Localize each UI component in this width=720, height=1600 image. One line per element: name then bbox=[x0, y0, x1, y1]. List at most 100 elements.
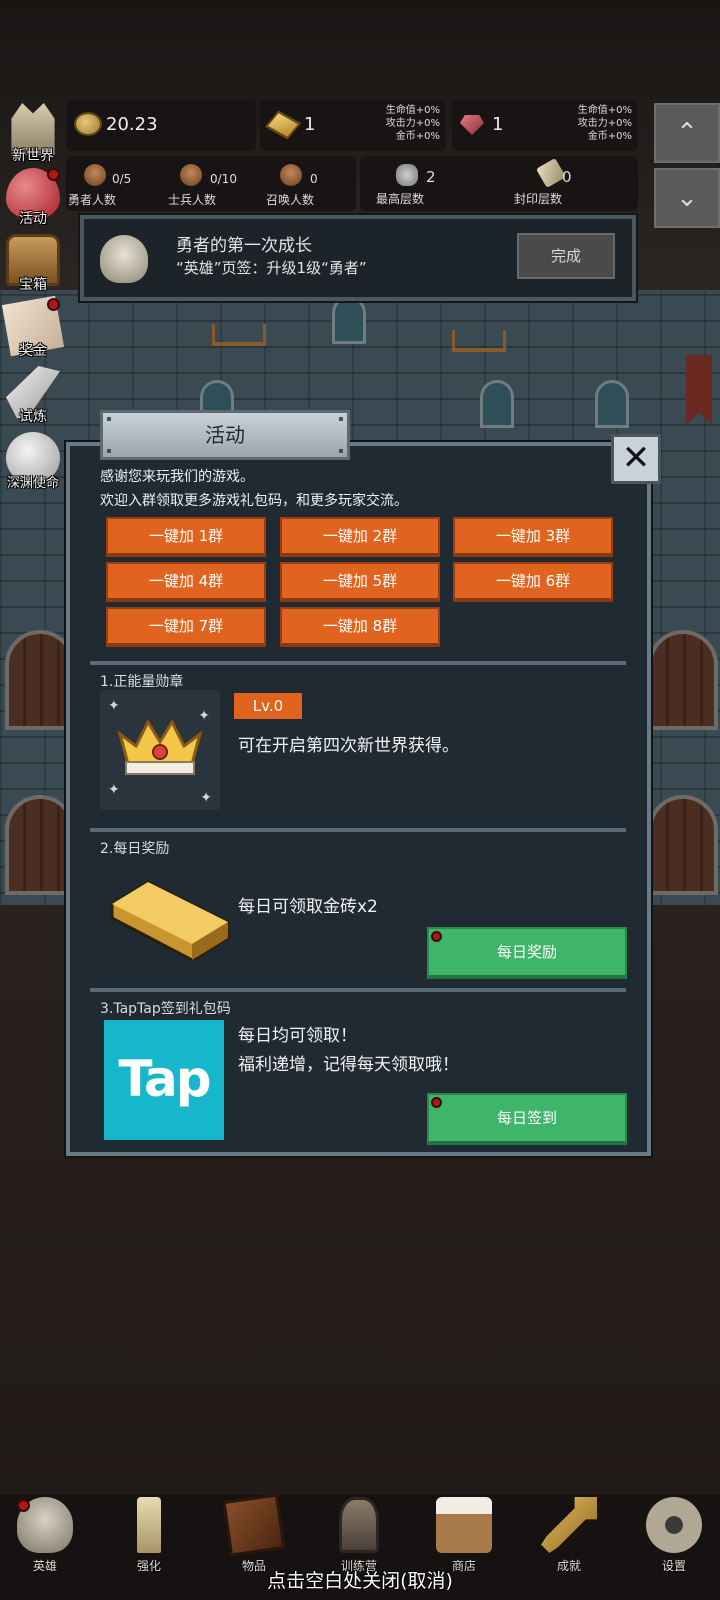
nav-shop[interactable]: 商店 bbox=[419, 1495, 509, 1575]
join-group-4-button[interactable]: 一键加 4群 bbox=[106, 562, 266, 602]
scroll-down-button[interactable]: ⌄ bbox=[654, 168, 720, 228]
medal-level-tag: Lv.0 bbox=[234, 693, 302, 719]
popup-intro-line1: 感谢您来玩我们的游戏。 bbox=[100, 469, 254, 485]
scroll-up-button[interactable]: ⌃ bbox=[654, 103, 720, 163]
key-icon bbox=[541, 1497, 597, 1553]
menu-treasure[interactable]: 宝箱 bbox=[0, 234, 66, 296]
sparkle-icon: ✦ bbox=[108, 698, 120, 714]
menu-abyss[interactable]: 深渊使命 bbox=[0, 432, 66, 494]
menu-abyss-label: 深渊使命 bbox=[6, 476, 59, 491]
gold-counter: 20.23 bbox=[66, 99, 256, 151]
popup-close-button[interactable]: ✕ bbox=[611, 434, 661, 484]
menu-trial[interactable]: 试炼 bbox=[0, 366, 66, 428]
join-group-6-button[interactable]: 一键加 6群 bbox=[453, 562, 613, 602]
bonus-attack: 攻击力+0% bbox=[577, 118, 632, 129]
section-divider bbox=[90, 661, 626, 665]
castle-door bbox=[5, 795, 75, 895]
notification-dot bbox=[431, 931, 442, 942]
taptap-logo: Tap bbox=[104, 1020, 224, 1140]
gold-bar-icon bbox=[264, 110, 302, 140]
join-group-7-button[interactable]: 一键加 7群 bbox=[106, 607, 266, 647]
nav-items[interactable]: 物品 bbox=[209, 1493, 299, 1575]
crown-icon bbox=[117, 718, 203, 775]
notification-dot bbox=[17, 1499, 30, 1512]
quest-title: 勇者的第一次成长 bbox=[176, 236, 312, 256]
nav-hero[interactable]: 英雄 bbox=[0, 1495, 90, 1575]
castle-door bbox=[648, 795, 718, 895]
menu-treasure-label: 宝箱 bbox=[19, 277, 47, 293]
nav-settings[interactable]: 设置 bbox=[629, 1495, 719, 1575]
section-1-title: 1.正能量勋章 bbox=[100, 674, 184, 690]
summon-count-label: 召唤人数 bbox=[266, 193, 315, 207]
castle-door bbox=[5, 630, 75, 730]
rivet bbox=[339, 417, 343, 421]
soldier-count-label: 士兵人数 bbox=[168, 193, 217, 207]
gem-amount: 1 bbox=[492, 114, 504, 135]
join-group-2-button[interactable]: 一键加 2群 bbox=[280, 517, 440, 557]
hero-count-stat: 0/5 勇者人数 bbox=[66, 156, 166, 211]
castle-window bbox=[480, 380, 514, 428]
signin-description-line2: 福利递增，记得每天领取哦！ bbox=[238, 1055, 459, 1075]
gem-bonus: 生命值+0% 攻击力+0% 金币+0% bbox=[578, 104, 632, 143]
medal-frame: ✦ ✦ ✦ ✦ bbox=[100, 690, 220, 810]
hero-head-icon bbox=[84, 164, 106, 186]
soldier-head-icon bbox=[180, 164, 202, 186]
quest-complete-button[interactable]: 完成 bbox=[517, 233, 615, 279]
menu-new-world-label: 新世界 bbox=[12, 148, 54, 164]
daily-signin-button[interactable]: 每日签到 bbox=[427, 1093, 627, 1145]
sealed-floor-count: 0 bbox=[562, 168, 572, 186]
chandelier bbox=[212, 324, 266, 346]
nav-achievement[interactable]: 成就 bbox=[524, 1495, 614, 1575]
soldier-count-stat: 0/10 士兵人数 bbox=[166, 156, 266, 211]
nav-enhance[interactable]: 强化 bbox=[104, 1495, 194, 1575]
notification-dot bbox=[47, 298, 60, 311]
popup-title-text: 活动 bbox=[205, 423, 245, 447]
menu-bonus[interactable]: 奖金 bbox=[0, 295, 66, 362]
bonus-gold: 金币+0% bbox=[395, 131, 440, 142]
sparkle-icon: ✦ bbox=[198, 708, 210, 724]
tap-to-close-hint[interactable]: 点击空白处关闭(取消) bbox=[0, 1566, 720, 1593]
notification-dot bbox=[431, 1097, 442, 1108]
menu-activity[interactable]: 活动 bbox=[0, 168, 66, 230]
daily-reward-button[interactable]: 每日奖励 bbox=[427, 927, 627, 979]
gold-bar-counter: 1 生命值+0% 攻击力+0% 金币+0% bbox=[260, 99, 446, 151]
menu-bonus-label: 奖金 bbox=[19, 343, 47, 359]
signin-description-line1: 每日均可领取！ bbox=[238, 1026, 357, 1046]
join-group-1-button[interactable]: 一键加 1群 bbox=[106, 517, 266, 557]
gem-icon bbox=[460, 115, 484, 135]
popup-intro-line2: 欢迎入群领取更多游戏礼包码，和更多玩家交流。 bbox=[100, 493, 408, 509]
chevron-up-icon: ⌃ bbox=[676, 118, 698, 148]
max-floor-label: 最高层数 bbox=[376, 192, 425, 206]
close-icon: ✕ bbox=[621, 438, 651, 478]
mug-icon bbox=[436, 1497, 492, 1553]
popup-title: 活动 bbox=[100, 410, 350, 460]
castle-window bbox=[332, 296, 366, 344]
quest-description: “英雄”页签：升级1级“勇者” bbox=[176, 259, 367, 277]
bonus-gold: 金币+0% bbox=[587, 131, 632, 142]
menu-new-world[interactable]: 新世界 bbox=[0, 103, 66, 165]
section-divider bbox=[90, 828, 626, 832]
chevron-down-icon: ⌄ bbox=[676, 183, 698, 213]
soldier-count: 0/10 bbox=[210, 172, 237, 186]
daily-signin-button-label: 每日签到 bbox=[496, 1109, 557, 1127]
max-floor-stat: 2 最高层数 bbox=[360, 156, 500, 211]
castle-door bbox=[648, 630, 718, 730]
gold-coin-icon bbox=[74, 112, 102, 136]
candle-icon bbox=[137, 1497, 161, 1553]
summon-count-stat: 0 召唤人数 bbox=[266, 156, 356, 211]
sealed-floor-label: 封印层数 bbox=[514, 192, 563, 206]
sparkle-icon: ✦ bbox=[200, 790, 212, 806]
section-3-title: 3.TapTap签到礼包码 bbox=[100, 1001, 231, 1017]
join-group-8-button[interactable]: 一键加 8群 bbox=[280, 607, 440, 647]
max-floor-count: 2 bbox=[426, 168, 436, 186]
skull-icon bbox=[100, 235, 148, 283]
hero-count: 0/5 bbox=[112, 172, 132, 186]
bonus-hp: 生命值+0% bbox=[385, 105, 440, 116]
book-icon bbox=[222, 1493, 286, 1557]
gold-brick-icon bbox=[110, 880, 230, 962]
join-group-3-button[interactable]: 一键加 3群 bbox=[453, 517, 613, 557]
menu-activity-label: 活动 bbox=[19, 211, 47, 227]
nav-training[interactable]: 训练营 bbox=[314, 1495, 404, 1575]
join-group-5-button[interactable]: 一键加 5群 bbox=[280, 562, 440, 602]
gold-bar-bonus: 生命值+0% 攻击力+0% 金币+0% bbox=[386, 104, 440, 143]
